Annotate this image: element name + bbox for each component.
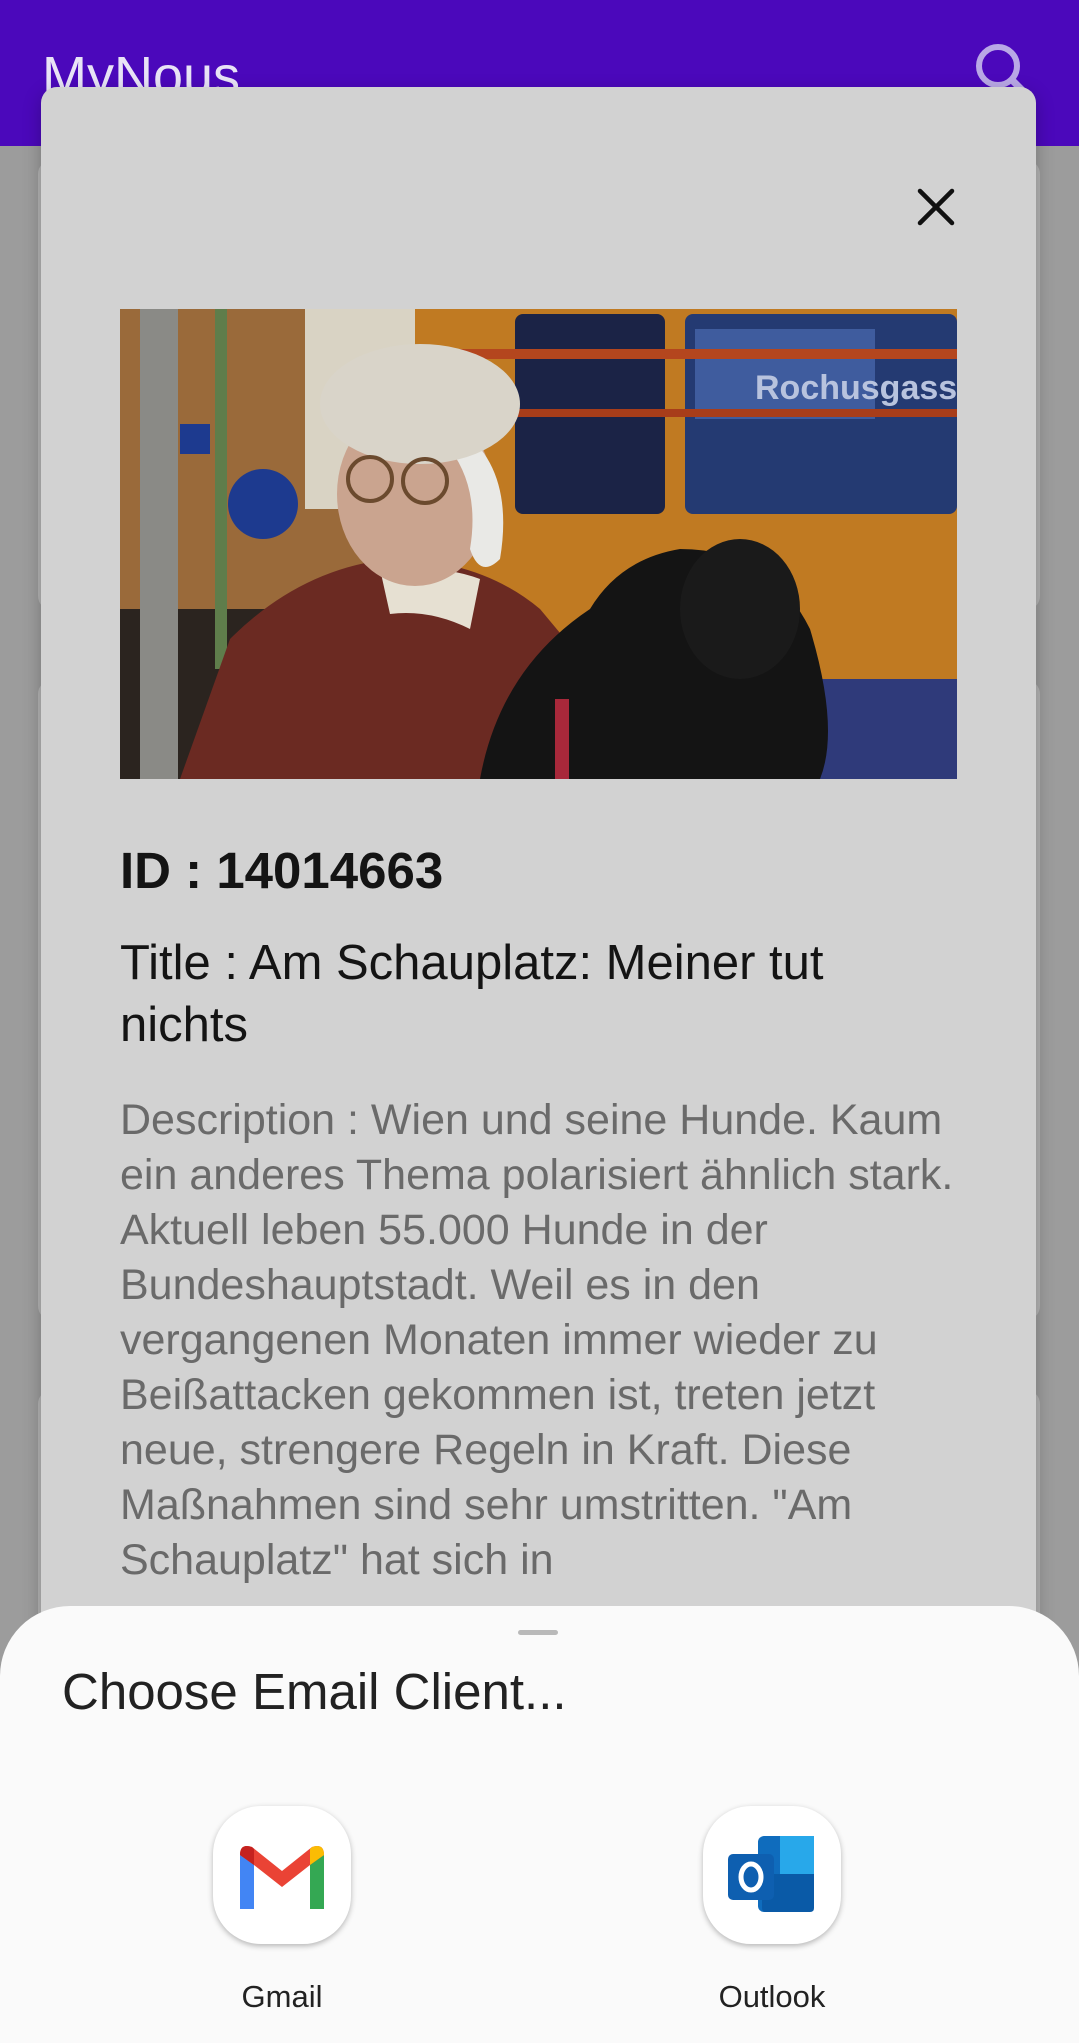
gmail-icon [213, 1806, 351, 1944]
close-button[interactable] [901, 172, 971, 242]
item-title: Title : Am Schauplatz: Meiner tut nichts [120, 936, 824, 1052]
item-photo: Rochusgass [120, 309, 957, 779]
photo-sign-text: Rochusgass [755, 369, 957, 407]
outlook-option[interactable]: Outlook [652, 1806, 892, 2026]
gmail-label: Gmail [241, 1979, 323, 2014]
email-chooser-sheet: Choose Email Client... Gmail Outlook [0, 1606, 1079, 2043]
close-icon [917, 188, 955, 226]
item-description: Description : Wien und seine Hunde. Kaum… [120, 1096, 954, 1584]
item-id: ID : 14014663 [120, 842, 444, 899]
sheet-title: Choose Email Client... [62, 1663, 567, 1720]
outlook-label: Outlook [718, 1979, 826, 2014]
gmail-option[interactable]: Gmail [162, 1806, 402, 2026]
drag-handle[interactable] [518, 1630, 558, 1635]
outlook-icon [703, 1806, 841, 1944]
